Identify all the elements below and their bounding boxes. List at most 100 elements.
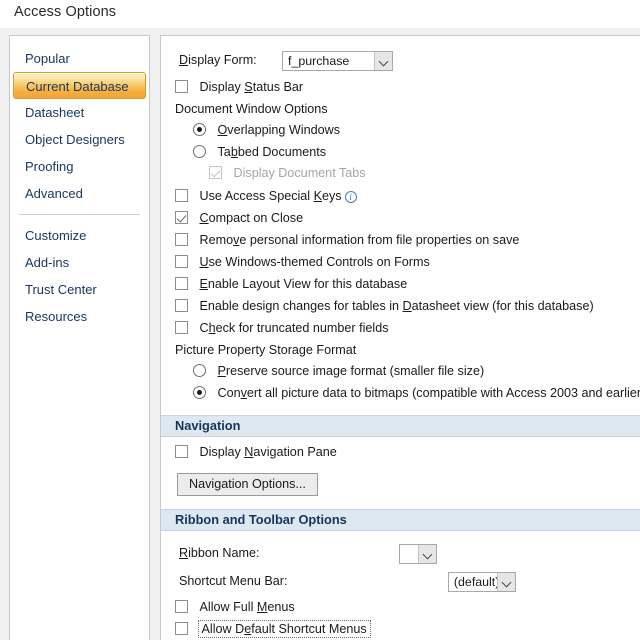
navigation-options-button[interactable]: Navigation Options...	[177, 473, 318, 496]
sidebar-item-popular[interactable]: Popular	[13, 45, 146, 72]
convert-picture-data-to-bitmaps-label: Convert all picture data to bitmaps (com…	[217, 386, 640, 400]
shortcut-menu-bar-combobox[interactable]: (default)	[447, 572, 516, 592]
enable-layout-view-label: Enable Layout View for this database	[199, 277, 408, 291]
display-navigation-pane-row[interactable]: Display Navigation Pane	[175, 445, 337, 459]
dialog-title-bar: Access Options	[0, 0, 640, 28]
navigation-section-header: Navigation	[161, 415, 640, 437]
use-windows-themed-controls-label: Use Windows-themed Controls on Forms	[199, 255, 430, 269]
check-truncated-number-fields-row[interactable]: Check for truncated number fields	[175, 321, 389, 335]
sidebar-item-label: Advanced	[25, 186, 83, 201]
sidebar-item-add-ins[interactable]: Add-ins	[13, 249, 146, 276]
sidebar-item-label: Customize	[25, 228, 87, 243]
sidebar-item-label: Trust Center	[25, 282, 97, 297]
info-icon[interactable]: i	[344, 191, 357, 203]
display-status-bar-checkbox[interactable]	[175, 80, 188, 93]
sidebar-item-object-designers[interactable]: Object Designers	[13, 126, 146, 153]
overlapping-windows-row[interactable]: Overlapping Windows	[193, 123, 340, 137]
sidebar-item-resources[interactable]: Resources	[13, 303, 146, 330]
check-truncated-number-fields-checkbox[interactable]	[175, 321, 188, 334]
sidebar-item-label: Popular	[25, 51, 70, 66]
preserve-source-image-format-label: Preserve source image format (smaller fi…	[217, 364, 485, 378]
display-document-tabs-label: Display Document Tabs	[233, 166, 366, 180]
use-access-special-keys-row[interactable]: Use Access Special Keys i	[175, 189, 357, 203]
tabbed-documents-row[interactable]: Tabbed Documents	[193, 145, 326, 159]
preserve-source-image-format-radio[interactable]	[193, 364, 206, 377]
options-category-list: Popular Current Database Datasheet Objec…	[9, 35, 150, 640]
picture-property-storage-format-group-label: Picture Property Storage Format	[175, 343, 357, 357]
compact-on-close-label: Compact on Close	[199, 211, 304, 225]
chevron-down-icon	[501, 577, 512, 588]
ribbon-name-label-wrap: Ribbon Name:	[179, 546, 260, 560]
chevron-down-icon	[378, 56, 389, 67]
display-form-combobox[interactable]: f_purchase	[282, 51, 393, 71]
compact-on-close-checkbox[interactable]	[175, 211, 188, 224]
dialog-title: Access Options	[14, 4, 117, 20]
allow-default-shortcut-menus-checkbox[interactable]	[175, 622, 188, 635]
sidebar-item-label: Datasheet	[25, 105, 85, 120]
display-form-label: Display Form:	[179, 53, 257, 67]
tabbed-documents-radio[interactable]	[193, 145, 206, 158]
check-truncated-number-fields-label: Check for truncated number fields	[199, 321, 389, 335]
chevron-down-icon	[423, 549, 433, 560]
document-window-options-group-label: Document Window Options	[175, 102, 328, 116]
display-form-value: f_purchase	[288, 54, 350, 68]
enable-layout-view-checkbox[interactable]	[175, 277, 188, 290]
display-status-bar-row[interactable]: Display Status Bar	[175, 80, 303, 94]
sidebar-item-current-database[interactable]: Current Database	[13, 72, 146, 99]
tabbed-documents-label: Tabbed Documents	[217, 145, 327, 159]
display-form-dropdown-button[interactable]	[374, 52, 392, 70]
use-windows-themed-controls-checkbox[interactable]	[175, 255, 188, 268]
display-status-bar-label: Display Status Bar	[199, 80, 304, 94]
display-form-label-wrap: Display Form:	[179, 53, 257, 67]
shortcut-menu-bar-value: (default)	[453, 575, 500, 589]
ribbon-name-label: Ribbon Name:	[179, 546, 260, 560]
navigation-options-button-wrap: Navigation Options...	[177, 473, 318, 496]
shortcut-menu-bar-dropdown-button[interactable]	[496, 573, 515, 591]
enable-layout-view-row[interactable]: Enable Layout View for this database	[175, 277, 407, 291]
allow-default-shortcut-menus-label: Allow Default Shortcut Menus	[197, 620, 371, 638]
sidebar-item-advanced[interactable]: Advanced	[13, 180, 146, 207]
display-navigation-pane-checkbox[interactable]	[175, 445, 188, 458]
convert-picture-data-to-bitmaps-radio[interactable]	[193, 386, 206, 399]
display-navigation-pane-label: Display Navigation Pane	[199, 445, 337, 459]
ribbon-toolbar-section-title: Ribbon and Toolbar Options	[175, 512, 347, 527]
sidebar-divider	[19, 214, 140, 215]
sidebar-item-label: Object Designers	[25, 132, 125, 147]
enable-design-changes-label: Enable design changes for tables in Data…	[199, 299, 594, 313]
use-windows-themed-controls-row[interactable]: Use Windows-themed Controls on Forms	[175, 255, 430, 269]
remove-personal-information-row[interactable]: Remove personal information from file pr…	[175, 233, 519, 247]
display-document-tabs-row: Display Document Tabs	[209, 166, 366, 180]
sidebar-item-label: Resources	[25, 309, 88, 324]
remove-personal-information-checkbox[interactable]	[175, 233, 188, 246]
sidebar-item-label: Proofing	[25, 159, 74, 174]
sidebar-item-trust-center[interactable]: Trust Center	[13, 276, 146, 303]
sidebar-item-customize[interactable]: Customize	[13, 222, 146, 249]
allow-full-menus-label: Allow Full Menus	[199, 600, 295, 614]
navigation-section-title: Navigation	[175, 418, 241, 433]
sidebar-item-proofing[interactable]: Proofing	[13, 153, 146, 180]
overlapping-windows-radio[interactable]	[193, 123, 206, 136]
convert-picture-data-to-bitmaps-row[interactable]: Convert all picture data to bitmaps (com…	[193, 386, 640, 400]
preserve-source-image-format-row[interactable]: Preserve source image format (smaller fi…	[193, 364, 484, 378]
allow-full-menus-row[interactable]: Allow Full Menus	[175, 600, 295, 614]
allow-default-shortcut-menus-row[interactable]: Allow Default Shortcut Menus	[175, 620, 371, 638]
ribbon-name-combobox[interactable]	[399, 544, 438, 564]
remove-personal-information-label: Remove personal information from file pr…	[199, 233, 520, 247]
ribbon-name-dropdown-button[interactable]	[418, 545, 437, 563]
shortcut-menu-bar-label-wrap: Shortcut Menu Bar:	[179, 574, 288, 588]
dialog-body: Popular Current Database Datasheet Objec…	[0, 28, 640, 640]
ribbon-toolbar-section-header: Ribbon and Toolbar Options	[161, 509, 640, 531]
access-options-dialog: Access Options Popular Current Database …	[0, 0, 640, 640]
overlapping-windows-label: Overlapping Windows	[217, 123, 341, 137]
sidebar-item-label: Add-ins	[25, 255, 70, 270]
options-content-pane: Display Form: f_purchase Display Status …	[160, 35, 640, 640]
sidebar-item-datasheet[interactable]: Datasheet	[13, 99, 146, 126]
use-access-special-keys-checkbox[interactable]	[175, 189, 188, 202]
compact-on-close-row[interactable]: Compact on Close	[175, 211, 303, 225]
allow-full-menus-checkbox[interactable]	[175, 600, 188, 613]
use-access-special-keys-label: Use Access Special Keys	[199, 189, 342, 203]
sidebar-item-label: Current Database	[26, 79, 129, 94]
display-document-tabs-checkbox	[209, 166, 222, 179]
enable-design-changes-checkbox[interactable]	[175, 299, 188, 312]
enable-design-changes-row[interactable]: Enable design changes for tables in Data…	[175, 299, 594, 313]
